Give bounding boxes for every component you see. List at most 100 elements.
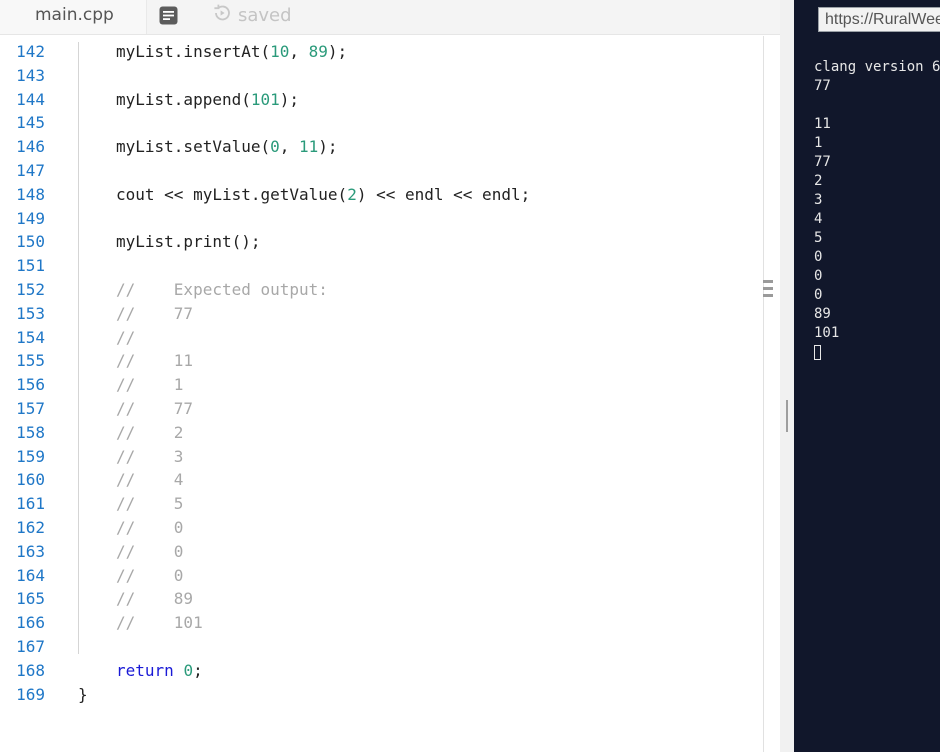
console-line: 77 bbox=[814, 78, 831, 94]
document-icon[interactable] bbox=[159, 6, 178, 25]
number-token: 89 bbox=[308, 42, 328, 61]
code-token: } bbox=[78, 684, 88, 704]
code-text[interactable]: // 4 bbox=[116, 468, 183, 492]
code-text[interactable]: // 77 bbox=[116, 302, 193, 326]
tab-main-cpp[interactable]: main.cpp bbox=[0, 0, 147, 34]
code-line[interactable]: 154 // bbox=[0, 326, 764, 350]
code-line[interactable]: 146 myList.setValue(0, 11); bbox=[0, 135, 764, 159]
number-token: 10 bbox=[270, 42, 290, 61]
console-output: clang version 6. 77 11 1 77 2 3 4 5 0 0 0 89 101 bbox=[814, 58, 940, 362]
line-number: 149 bbox=[16, 208, 45, 228]
comment-token: // 101 bbox=[116, 613, 203, 633]
code-line[interactable]: 162 // 0 bbox=[0, 516, 764, 540]
code-text[interactable]: // 77 bbox=[116, 397, 193, 421]
code-line[interactable]: 149 bbox=[0, 207, 764, 231]
code-text[interactable]: // 11 bbox=[116, 349, 193, 373]
console-prompt[interactable] bbox=[814, 343, 940, 362]
code-text[interactable]: myList.append(101); bbox=[116, 88, 299, 112]
code-text[interactable]: // bbox=[116, 326, 135, 350]
code-line[interactable]: 150 myList.print(); bbox=[0, 230, 764, 254]
code-text[interactable]: cout << myList.getValue(2) << endl << en… bbox=[116, 183, 530, 207]
code-text[interactable]: myList.insertAt(10, 89); bbox=[116, 40, 347, 64]
code-line[interactable]: 144 myList.append(101); bbox=[0, 88, 764, 112]
line-number: 146 bbox=[16, 137, 45, 157]
code-text[interactable]: // 0 bbox=[116, 540, 183, 564]
code-line[interactable]: 147 bbox=[0, 159, 764, 183]
code-line[interactable]: 164 // 0 bbox=[0, 564, 764, 588]
pane-splitter[interactable] bbox=[780, 0, 794, 752]
code-line[interactable]: 160 // 4 bbox=[0, 468, 764, 492]
console-line: clang version 6. bbox=[814, 59, 940, 75]
code-line[interactable]: 166 // 101 bbox=[0, 611, 764, 635]
code-text[interactable]: // 89 bbox=[116, 587, 193, 611]
code-line[interactable]: 151 bbox=[0, 254, 764, 278]
number-token: 0 bbox=[270, 137, 280, 157]
code-token: , bbox=[289, 42, 309, 61]
code-text[interactable]: // 2 bbox=[116, 421, 183, 445]
code-token: ); bbox=[279, 89, 300, 109]
comment-token: // 11 bbox=[116, 351, 194, 371]
code-token: cout << myList.getValue( bbox=[116, 184, 348, 204]
url-field[interactable]: https://RuralWee bbox=[818, 7, 940, 32]
line-number: 142 bbox=[16, 42, 45, 61]
code-line[interactable]: 157 // 77 bbox=[0, 397, 764, 421]
console-line: 3 bbox=[814, 192, 823, 208]
comment-token: // 0 bbox=[116, 541, 184, 561]
code-line[interactable]: 148 cout << myList.getValue(2) << endl <<… bbox=[0, 183, 764, 207]
code-line[interactable]: 143 bbox=[0, 64, 764, 88]
line-number: 163 bbox=[16, 541, 45, 561]
code-line[interactable]: 142 myList.insertAt(10, 89); bbox=[0, 40, 764, 64]
comment-token: // 5 bbox=[116, 494, 184, 514]
code-text[interactable]: // 1 bbox=[116, 373, 183, 397]
code-line[interactable]: 152 // Expected output: bbox=[0, 278, 764, 302]
code-token: , bbox=[279, 137, 300, 157]
code-line[interactable]: 161 // 5 bbox=[0, 492, 764, 516]
line-number: 143 bbox=[16, 65, 45, 85]
console-line: 4 bbox=[814, 211, 823, 227]
code-line[interactable]: 163 // 0 bbox=[0, 540, 764, 564]
console-line: 101 bbox=[814, 325, 840, 341]
code-text[interactable]: // 5 bbox=[116, 492, 183, 516]
console-line: 2 bbox=[814, 173, 823, 189]
code-text[interactable]: // 3 bbox=[116, 445, 183, 469]
code-token: myList.print(); bbox=[116, 232, 261, 252]
console-line: 0 bbox=[814, 249, 823, 265]
comment-token: // 77 bbox=[116, 303, 194, 323]
line-number: 145 bbox=[16, 113, 45, 133]
code-line[interactable]: 167 bbox=[0, 635, 764, 659]
code-line[interactable]: 169} bbox=[0, 683, 764, 707]
code-text[interactable]: myList.print(); bbox=[116, 230, 261, 254]
code-line[interactable]: 165 // 89 bbox=[0, 587, 764, 611]
code-line[interactable]: 158 // 2 bbox=[0, 421, 764, 445]
code-token: myList.insertAt( bbox=[116, 42, 271, 61]
code-text[interactable]: return 0; bbox=[116, 659, 203, 683]
code-text[interactable]: } bbox=[78, 683, 88, 707]
line-number: 168 bbox=[16, 660, 45, 680]
code-text[interactable]: myList.setValue(0, 11); bbox=[116, 135, 338, 159]
line-number: 154 bbox=[16, 327, 45, 347]
code-text[interactable]: // Expected output: bbox=[116, 278, 328, 302]
code-line[interactable]: 145 bbox=[0, 111, 764, 135]
code-line[interactable]: 168 return 0; bbox=[0, 659, 764, 683]
code-area[interactable]: 142 myList.insertAt(10, 89); 143 144 myList.… bbox=[0, 40, 764, 706]
code-line[interactable]: 156 // 1 bbox=[0, 373, 764, 397]
line-number: 161 bbox=[16, 494, 45, 514]
code-editor[interactable]: main.cpp saved 142 myList.insertAt(10, 89… bbox=[0, 0, 780, 752]
code-text[interactable]: // 0 bbox=[116, 564, 183, 588]
code-line[interactable]: 153 // 77 bbox=[0, 302, 764, 326]
comment-token: // 77 bbox=[116, 398, 194, 418]
line-number: 151 bbox=[16, 256, 45, 276]
code-text[interactable]: // 101 bbox=[116, 611, 203, 635]
console-line: 89 bbox=[814, 306, 831, 322]
scroll-handle-icon[interactable] bbox=[763, 279, 773, 298]
splitter-grip[interactable] bbox=[786, 400, 788, 432]
comment-token: // 0 bbox=[116, 565, 184, 585]
code-line[interactable]: 159 // 3 bbox=[0, 445, 764, 469]
code-text[interactable]: // 0 bbox=[116, 516, 183, 540]
code-line[interactable]: 155 // 11 bbox=[0, 349, 764, 373]
comment-token: // 3 bbox=[116, 446, 184, 466]
number-token: 0 bbox=[183, 660, 194, 680]
line-number: 158 bbox=[16, 422, 45, 442]
line-number: 144 bbox=[16, 89, 45, 109]
